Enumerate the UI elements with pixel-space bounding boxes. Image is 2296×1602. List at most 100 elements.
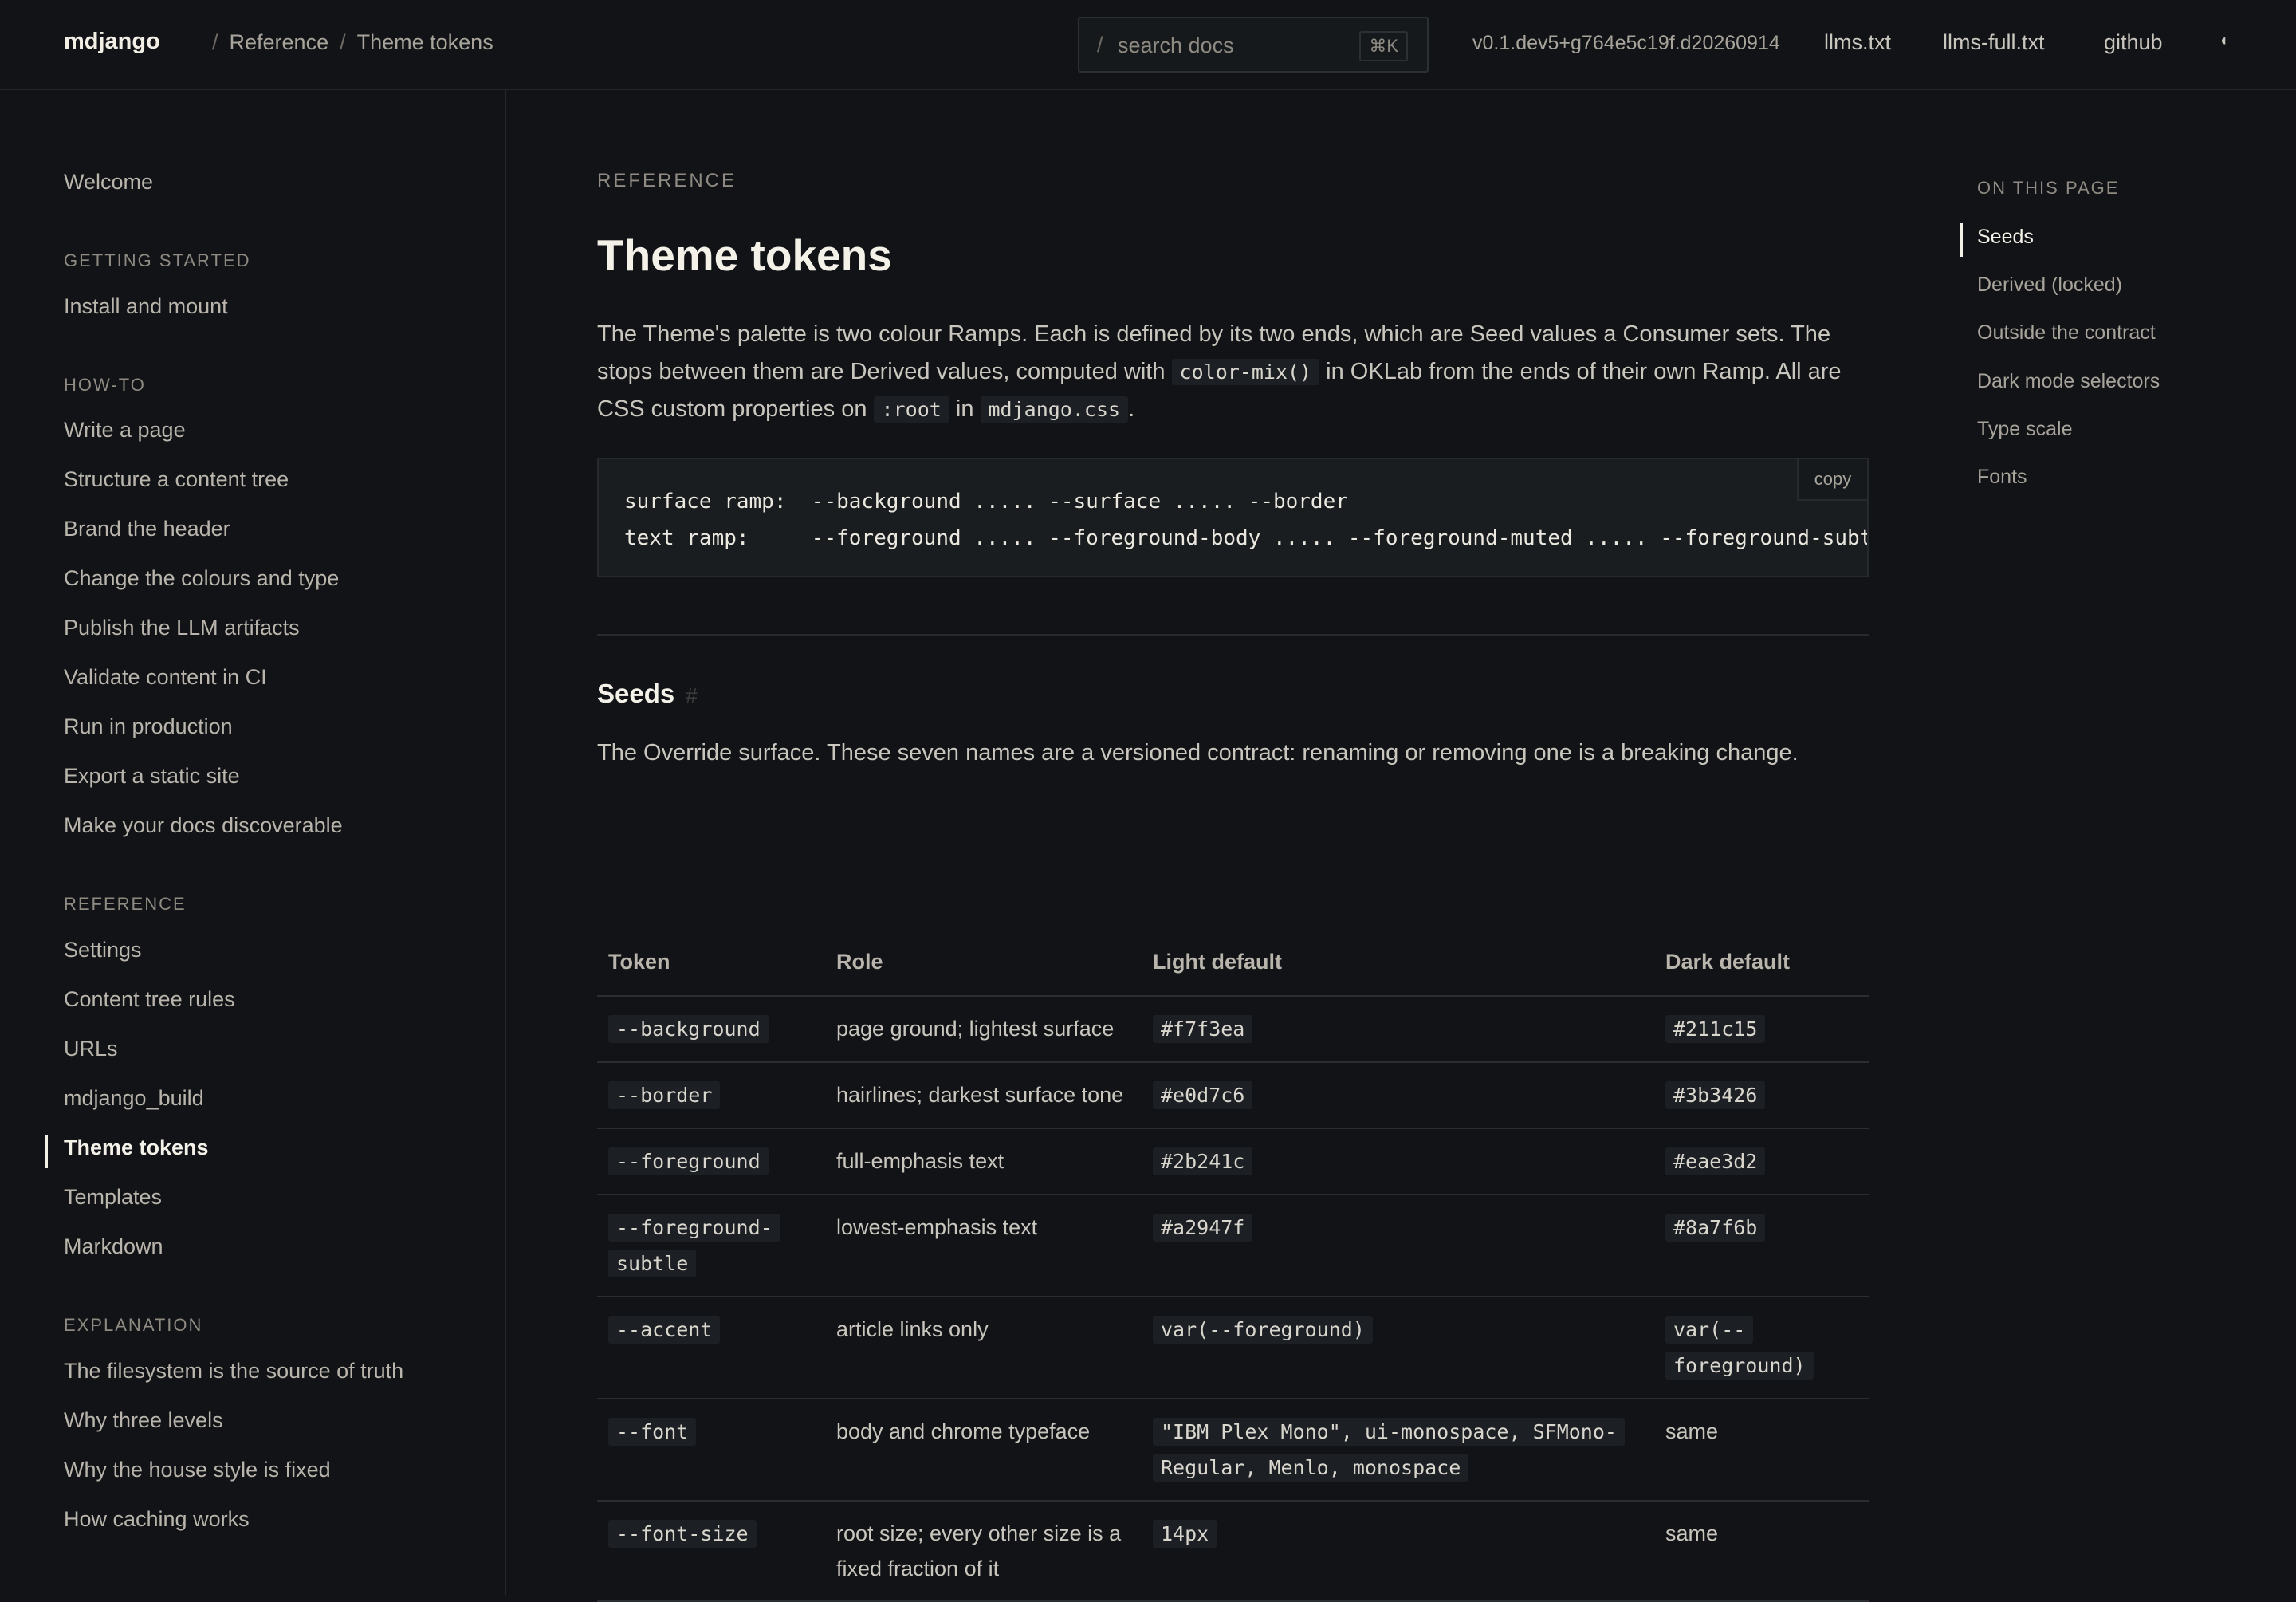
column-header-role: Role	[825, 927, 1142, 997]
sidebar-item-templates[interactable]: Templates	[64, 1185, 162, 1210]
brand-logo[interactable]: mdjango	[64, 29, 160, 55]
github-link[interactable]: github	[2104, 30, 2163, 55]
light-cell: #f7f3ea	[1142, 996, 1654, 1063]
sidebar-item-structure-tree[interactable]: Structure a content tree	[64, 467, 289, 492]
dark-cell: #eae3d2	[1654, 1128, 1869, 1195]
code-line: surface ramp: --background ..... --surfa…	[624, 490, 1348, 514]
token-cell: --border	[597, 1062, 825, 1129]
seeds-heading-text: Seeds	[597, 679, 675, 708]
light-cell: 14px	[1142, 1501, 1654, 1602]
sidebar-item-theme-tokens[interactable]: Theme tokens	[64, 1136, 209, 1160]
sidebar-item-content-tree-rules[interactable]: Content tree rules	[64, 987, 235, 1012]
token-cell: --background	[597, 996, 825, 1063]
breadcrumb-separator: /	[212, 30, 218, 54]
token-cell: --foreground	[597, 1128, 825, 1195]
token-cell: --accent	[597, 1297, 825, 1399]
dark-cell: same	[1654, 1501, 1869, 1602]
sidebar-item-mdjango-build[interactable]: mdjango_build	[64, 1086, 204, 1111]
table-row: --font-size root size; every other size …	[597, 1501, 1869, 1602]
sidebar-item-settings[interactable]: Settings	[64, 938, 142, 962]
seeds-heading: Seeds #	[597, 679, 698, 709]
sidebar-item-urls[interactable]: URLs	[64, 1037, 118, 1061]
light-value: #e0d7c6	[1153, 1081, 1253, 1109]
token-code: --foreground-subtle	[608, 1214, 780, 1277]
toc-item-derived[interactable]: Derived (locked)	[1977, 274, 2122, 297]
sidebar-item-house-style[interactable]: Why the house style is fixed	[64, 1458, 331, 1482]
dark-value: #211c15	[1665, 1015, 1766, 1043]
breadcrumb-reference[interactable]: Reference	[230, 30, 329, 55]
sidebar-item-install[interactable]: Install and mount	[64, 294, 228, 319]
toc-item-dark-mode[interactable]: Dark mode selectors	[1977, 370, 2160, 393]
toc-title: ON THIS PAGE	[1977, 178, 2120, 198]
heading-anchor-link[interactable]: #	[686, 683, 697, 707]
token-code: --font-size	[608, 1520, 757, 1548]
dark-cell: #211c15	[1654, 996, 1869, 1063]
toc-item-outside-contract[interactable]: Outside the contract	[1977, 321, 2156, 344]
breadcrumb-current: Theme tokens	[356, 30, 493, 54]
toc-item-fonts[interactable]: Fonts	[1977, 466, 2027, 489]
section-divider	[597, 634, 1869, 636]
sidebar-item-validate-ci[interactable]: Validate content in CI	[64, 665, 267, 690]
toc-active-indicator	[1960, 223, 1963, 257]
toc-item-type-scale[interactable]: Type scale	[1977, 418, 2073, 441]
llms-txt-link[interactable]: llms.txt	[1824, 30, 1891, 55]
role-cell: article links only	[825, 1297, 1142, 1399]
column-header-token: Token	[597, 927, 825, 997]
sidebar-item-three-levels[interactable]: Why three levels	[64, 1408, 223, 1433]
seeds-description: The Override surface. These seven names …	[597, 740, 1799, 766]
light-value: #2b241c	[1153, 1147, 1253, 1175]
dark-cell: #8a7f6b	[1654, 1195, 1869, 1297]
intro-paragraph: The Theme's palette is two colour Ramps.…	[597, 316, 1869, 428]
token-code: --accent	[608, 1316, 721, 1344]
light-cell: #a2947f	[1142, 1195, 1654, 1297]
sidebar-item-filesystem-truth[interactable]: The filesystem is the source of truth	[64, 1359, 403, 1384]
search-box[interactable]: / search docs ⌘K	[1078, 17, 1429, 73]
sidebar-item-welcome[interactable]: Welcome	[64, 170, 153, 195]
page-eyebrow: REFERENCE	[597, 170, 737, 191]
light-cell: "IBM Plex Mono", ui-monospace, SFMono-Re…	[1142, 1399, 1654, 1502]
breadcrumb-separator: /	[340, 30, 346, 54]
dark-cell: var(--foreground)	[1654, 1297, 1869, 1399]
light-value: #a2947f	[1153, 1214, 1253, 1242]
role-cell: full-emphasis text	[825, 1128, 1142, 1195]
sidebar-item-brand-header[interactable]: Brand the header	[64, 517, 230, 541]
llms-full-txt-link[interactable]: llms-full.txt	[1943, 30, 2045, 55]
search-shortcut-badge: ⌘K	[1359, 31, 1408, 61]
code-block-content: surface ramp: --background ..... --surfa…	[624, 483, 1867, 557]
dark-cell: same	[1654, 1399, 1869, 1502]
sidebar-item-discoverable[interactable]: Make your docs discoverable	[64, 813, 343, 838]
sidebar-active-indicator	[45, 1135, 48, 1168]
search-input[interactable]: search docs	[1118, 33, 1234, 58]
sidebar-item-run-production[interactable]: Run in production	[64, 714, 233, 739]
token-code: --font	[608, 1418, 697, 1446]
token-cell: --font	[597, 1399, 825, 1502]
code-block[interactable]: surface ramp: --background ..... --surfa…	[597, 458, 1869, 577]
light-cell: #2b241c	[1142, 1128, 1654, 1195]
sidebar-section-getting-started: GETTING STARTED	[64, 250, 251, 270]
role-cell: lowest-emphasis text	[825, 1195, 1142, 1297]
light-value: "IBM Plex Mono", ui-monospace, SFMono-Re…	[1153, 1418, 1625, 1482]
token-code: --background	[608, 1015, 769, 1043]
sidebar-item-write-page[interactable]: Write a page	[64, 418, 186, 443]
table-row: --foreground-subtle lowest-emphasis text…	[597, 1195, 1869, 1297]
copy-button[interactable]: copy	[1797, 459, 1867, 501]
sidebar-section-how-to: HOW-TO	[64, 375, 146, 395]
sidebar-nav: Welcome GETTING STARTED Install and moun…	[0, 90, 506, 1595]
toc-item-seeds[interactable]: Seeds	[1977, 226, 2034, 249]
seeds-table: Token Role Light default Dark default --…	[597, 927, 1869, 1602]
sidebar-item-caching[interactable]: How caching works	[64, 1507, 250, 1532]
theme-toggle-icon[interactable]: ◖	[2219, 32, 2228, 50]
light-value: var(--foreground)	[1153, 1316, 1373, 1344]
table-header-row: Token Role Light default Dark default	[597, 927, 1869, 997]
dark-value: #eae3d2	[1665, 1147, 1766, 1175]
role-cell: root size; every other size is a fixed f…	[825, 1501, 1142, 1602]
sidebar-item-publish-llm[interactable]: Publish the LLM artifacts	[64, 616, 300, 640]
sidebar-item-markdown[interactable]: Markdown	[64, 1234, 163, 1259]
role-cell: hairlines; darkest surface tone	[825, 1062, 1142, 1129]
token-cell: --foreground-subtle	[597, 1195, 825, 1297]
dark-value: #8a7f6b	[1665, 1214, 1766, 1242]
sidebar-item-change-colours[interactable]: Change the colours and type	[64, 566, 339, 591]
role-cell: page ground; lightest surface	[825, 996, 1142, 1063]
sidebar-item-export-static[interactable]: Export a static site	[64, 764, 240, 789]
page-title: Theme tokens	[597, 230, 892, 280]
